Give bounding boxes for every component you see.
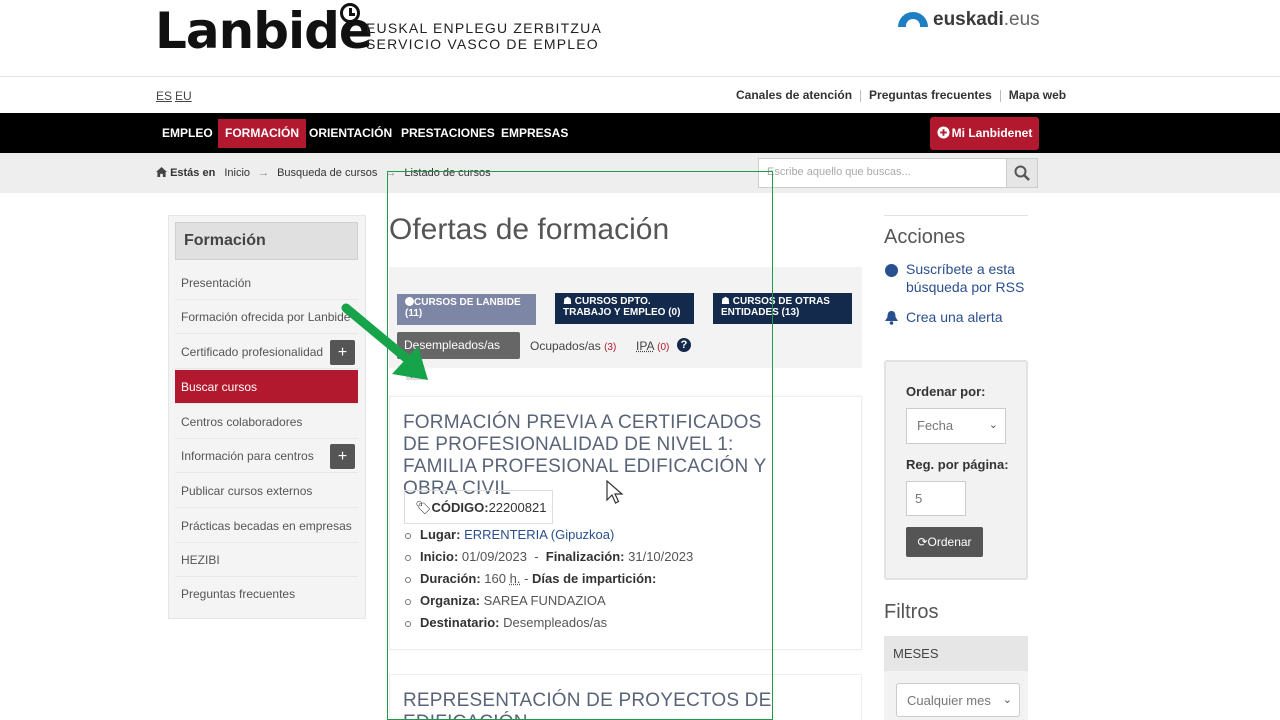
ordenar-button[interactable]: ⟳Ordenar	[906, 527, 983, 557]
chevron-down-icon: ⌄	[988, 419, 998, 431]
reg-pagina-input[interactable]: 5	[906, 481, 966, 516]
logo-subtitle-eu: EUSKAL ENPLEGU ZERBITZUA	[366, 20, 602, 36]
sidebar-item-publicar[interactable]: Publicar cursos externos	[175, 474, 358, 508]
bell-icon	[885, 311, 898, 325]
nav-prestaciones[interactable]: PRESTACIONES	[394, 119, 502, 148]
logo-subtitle-es: SERVICIO VASCO DE EMPLEO	[366, 36, 599, 52]
home-icon	[156, 167, 167, 177]
refresh-icon: ⟳	[917, 535, 928, 549]
clock-logo-icon	[340, 3, 360, 23]
rss-link[interactable]: Suscríbete a esta búsqueda por RSS	[906, 260, 1024, 296]
sidebar-item-formacion-ofrecida[interactable]: Formación ofrecida por Lanbide	[175, 300, 358, 334]
language-switcher: ES EU	[156, 89, 195, 103]
nav-empresas[interactable]: EMPRESAS	[494, 119, 575, 148]
mi-lanbidenet-label: Mi Lanbidenet	[951, 126, 1033, 140]
mouse-cursor-icon	[606, 480, 624, 504]
search-icon	[1014, 165, 1030, 181]
meses-select[interactable]: Cualquier mes ⌄	[896, 683, 1020, 717]
euskadi-logo-icon	[898, 12, 928, 27]
sidebar-item-hezibi[interactable]: HEZIBI	[175, 543, 358, 577]
lang-es-link[interactable]: ES	[156, 89, 172, 103]
expand-info-centros-button[interactable]: +	[330, 444, 355, 469]
link-mapa-web[interactable]: Mapa web	[1009, 88, 1066, 102]
breadcrumb-label: Estás en	[170, 167, 216, 179]
header-divider	[0, 76, 1280, 77]
search-input[interactable]: Escribe aquello que buscas...	[758, 158, 1008, 188]
sidebar-item-centros[interactable]: Centros colaboradores	[175, 405, 358, 439]
reg-pagina-label: Reg. por página:	[906, 457, 1009, 472]
breadcrumb-busqueda[interactable]: Busqueda de cursos	[277, 167, 377, 179]
chevron-down-icon: ⌄	[1002, 694, 1012, 706]
search-button[interactable]	[1006, 158, 1038, 188]
sidebar-item-presentacion[interactable]: Presentación	[175, 266, 358, 300]
highlight-box	[387, 171, 773, 720]
breadcrumb-inicio[interactable]: Inicio	[224, 167, 250, 179]
top-links: Canales de atención Preguntas frecuentes M…	[736, 88, 1066, 102]
nav-orientacion[interactable]: ORIENTACIÓN	[302, 119, 399, 148]
right-divider	[884, 215, 1028, 216]
nav-formacion[interactable]: FORMACIÓN	[218, 119, 306, 148]
rss-icon	[885, 264, 898, 277]
meses-header: MESES	[884, 636, 1028, 671]
ordenar-label: Ordenar por:	[906, 384, 986, 399]
link-preguntas[interactable]: Preguntas frecuentes	[869, 88, 992, 102]
link-canales[interactable]: Canales de atención	[736, 88, 852, 102]
plus-circle-icon	[937, 126, 950, 139]
nav-empleo[interactable]: EMPLEO	[155, 119, 220, 148]
green-arrow-icon	[341, 303, 428, 380]
acciones-title: Acciones	[884, 226, 966, 248]
sidebar-title: Formación	[175, 222, 358, 260]
ordenar-select[interactable]: Fecha ⌄	[906, 408, 1006, 444]
mi-lanbidenet-button[interactable]: Mi Lanbidenet	[930, 117, 1039, 150]
filtros-title: Filtros	[884, 601, 939, 623]
sidebar-item-preguntas[interactable]: Preguntas frecuentes	[175, 577, 358, 611]
sidebar-item-buscar-cursos[interactable]: Buscar cursos	[175, 370, 358, 404]
sidebar-item-practicas[interactable]: Prácticas becadas en empresas	[175, 509, 358, 543]
lang-eu-link[interactable]: EU	[175, 89, 192, 103]
euskadi-logo[interactable]: euskadi.eus	[933, 9, 1040, 31]
crear-alerta-link[interactable]: Crea una alerta	[906, 308, 1003, 326]
